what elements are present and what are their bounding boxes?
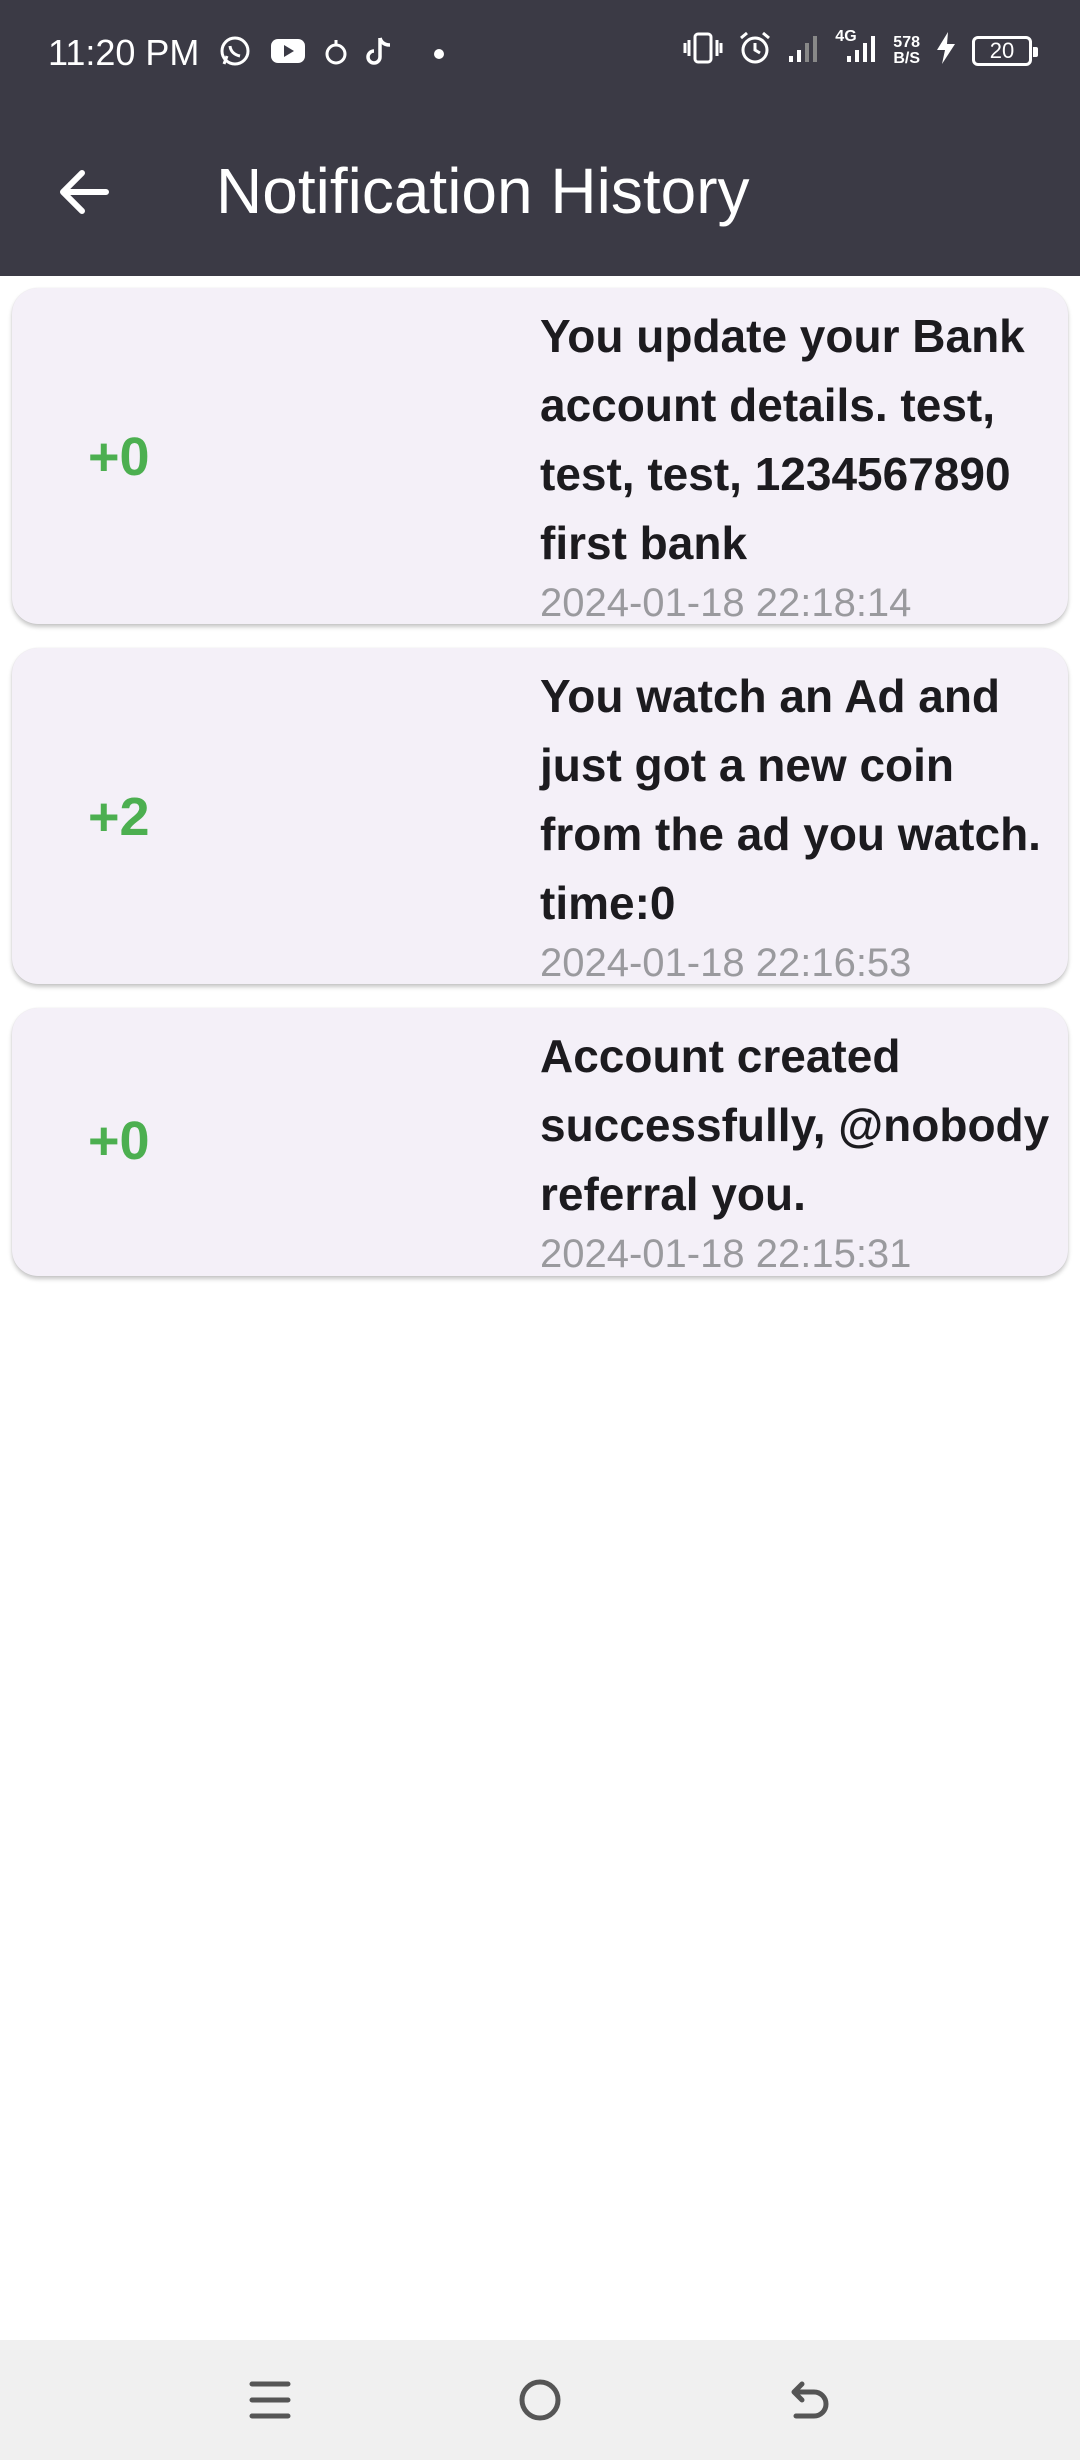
menu-button[interactable] xyxy=(240,2370,300,2430)
screen: 11:20 PM 4G 578 B/S 20 Notification Hist… xyxy=(0,0,1080,2460)
signal-icon xyxy=(787,32,821,69)
status-time: 11:20 PM xyxy=(48,32,200,73)
notification-card[interactable]: +0 Account created successfully, @nobody… xyxy=(12,1008,1068,1276)
vibrate-icon xyxy=(683,31,723,70)
notification-time: 2024-01-18 22:16:53 xyxy=(540,941,912,985)
status-left-icons xyxy=(218,34,444,73)
signal-4g-icon: 4G xyxy=(835,28,879,69)
youtube-icon xyxy=(270,37,306,70)
tiktok-icon xyxy=(366,35,394,72)
battery-level: 20 xyxy=(989,37,1015,63)
notification-message: You watch an Ad and just got a new coin … xyxy=(540,670,1041,929)
notification-body: You watch an Ad and just got a new coin … xyxy=(540,662,1054,986)
system-nav-bar xyxy=(0,2340,1080,2460)
back-button[interactable] xyxy=(56,164,112,220)
charging-icon xyxy=(934,31,958,70)
menu-icon xyxy=(249,2381,291,2419)
status-right-icons: 4G 578 B/S 20 xyxy=(683,28,1038,71)
notification-message: Account created successfully, @nobody re… xyxy=(540,1030,1050,1220)
home-button[interactable] xyxy=(510,2370,570,2430)
arrow-left-icon xyxy=(60,170,109,214)
back-nav-button[interactable] xyxy=(780,2370,840,2430)
dot-icon xyxy=(434,48,444,59)
home-icon xyxy=(519,2379,561,2421)
page-title: Notification History xyxy=(216,155,750,227)
battery-icon: 20 xyxy=(972,35,1038,66)
notification-amount: +0 xyxy=(88,427,150,487)
notification-amount: +0 xyxy=(88,1111,150,1171)
app-icon xyxy=(324,36,348,71)
alarm-icon xyxy=(737,30,773,71)
notification-body: You update your Bank account details. te… xyxy=(540,302,1054,626)
whatsapp-icon xyxy=(218,34,252,73)
speed-unit: B/S xyxy=(893,49,920,67)
notification-time: 2024-01-18 22:15:31 xyxy=(540,1232,912,1276)
network-label: 4G xyxy=(835,28,857,45)
notification-time: 2024-01-18 22:18:14 xyxy=(540,581,912,625)
speed-value: 578 xyxy=(893,33,920,51)
app-bar: Notification History xyxy=(0,110,1080,276)
notification-card[interactable]: +2 You watch an Ad and just got a new co… xyxy=(12,648,1068,986)
notification-card[interactable]: +0 You update your Bank account details.… xyxy=(12,288,1068,626)
notification-message: You update your Bank account details. te… xyxy=(540,310,1025,569)
notification-body: Account created successfully, @nobody re… xyxy=(540,1022,1054,1277)
notification-amount: +2 xyxy=(88,787,150,847)
status-bar: 11:20 PM 4G 578 B/S 20 xyxy=(0,0,1080,110)
network-speed: 578 B/S xyxy=(893,33,920,67)
back-icon xyxy=(791,2381,829,2419)
